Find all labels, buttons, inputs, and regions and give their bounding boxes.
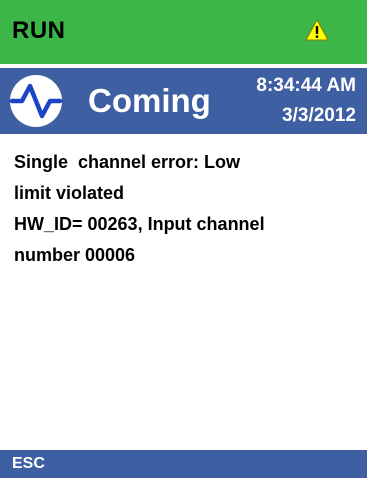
run-mode-label: RUN	[12, 17, 66, 44]
warning-triangle-icon	[305, 19, 329, 41]
message-line: number 00006	[14, 245, 136, 265]
message-line: limit violated	[14, 183, 125, 203]
esc-button[interactable]: ESC	[0, 450, 57, 478]
status-bar: RUN	[0, 0, 367, 64]
softkey-bar: ESC	[0, 450, 367, 478]
alarm-date: 3/3/2012	[282, 105, 356, 126]
alarm-state-label: Coming	[88, 82, 211, 119]
alarm-time: 8:34:44 AM	[256, 75, 356, 96]
alarm-message: Single channel error: Low limit violated…	[14, 147, 354, 271]
message-line: Single channel error: Low	[14, 152, 241, 172]
alarm-header: Coming 8:34:44 AM 3/3/2012	[0, 68, 367, 134]
message-line: HW_ID= 00263, Input channel	[14, 214, 265, 234]
pulse-wave-icon	[9, 75, 63, 127]
